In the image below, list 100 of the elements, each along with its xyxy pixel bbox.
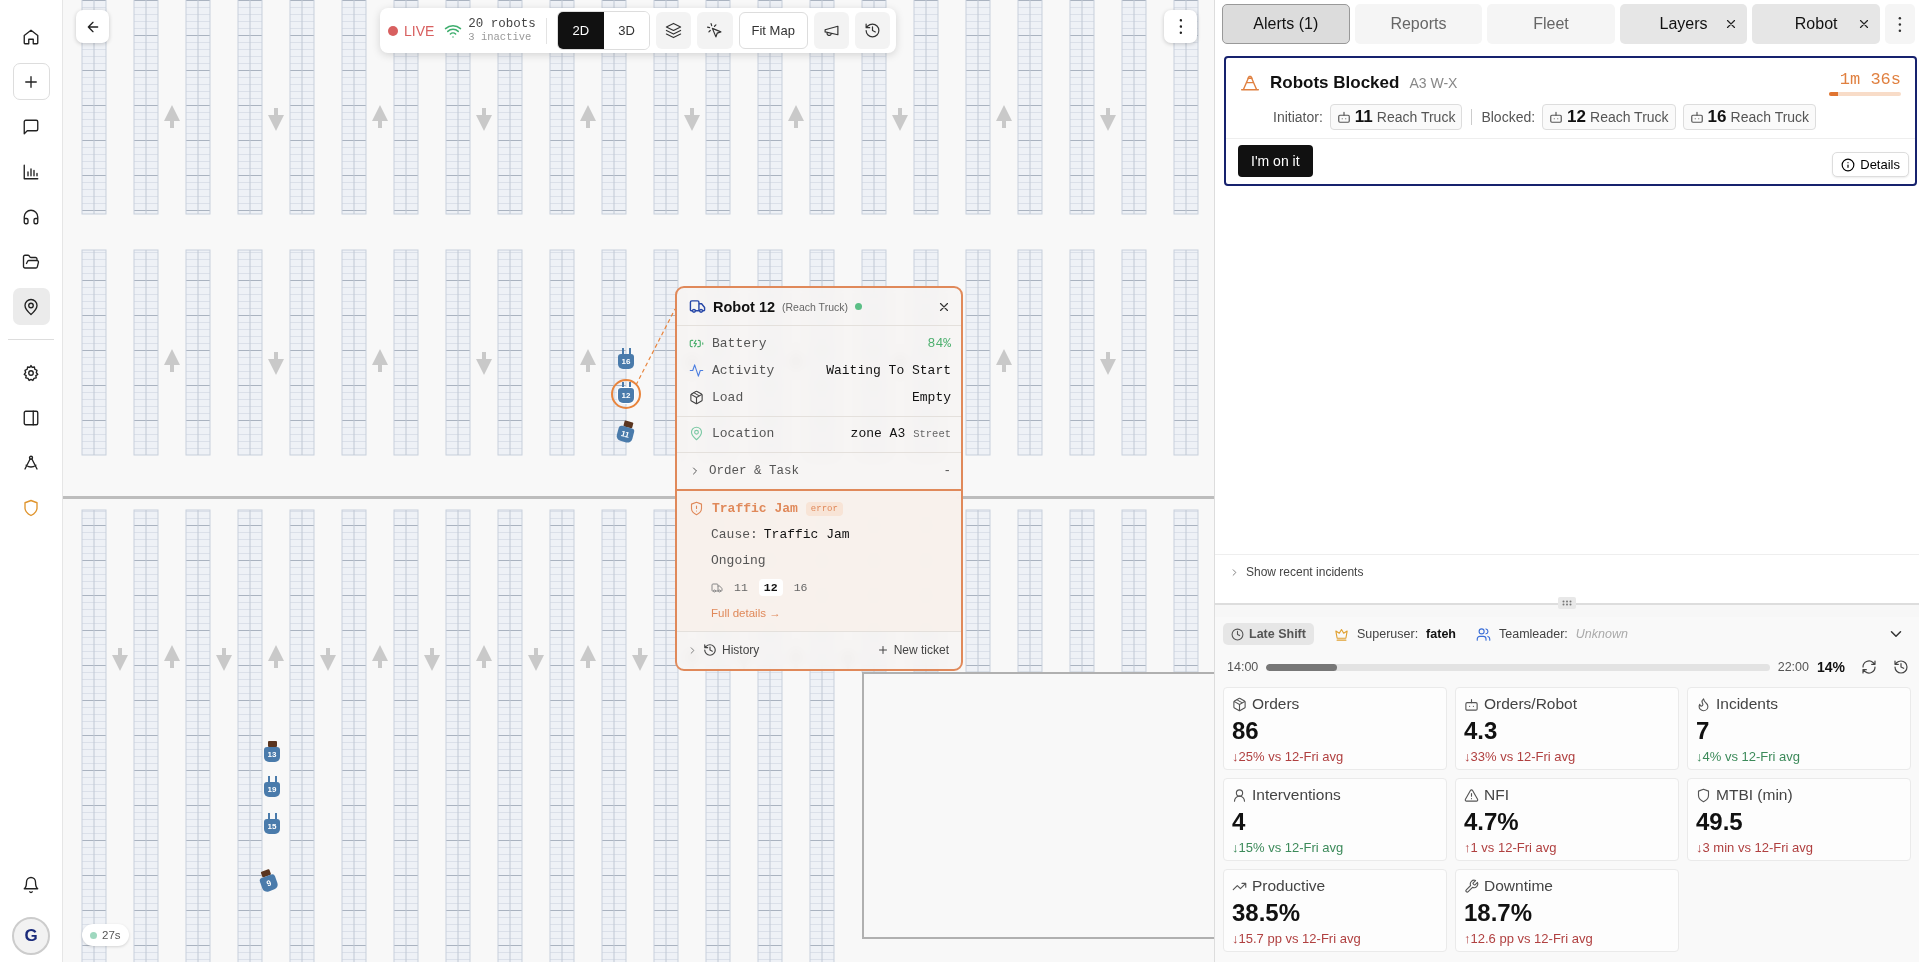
field-label: Battery bbox=[712, 336, 767, 351]
inactive-count: 3 inactive bbox=[468, 31, 533, 44]
metric-delta: ↓15% vs 12-Fri avg bbox=[1232, 840, 1345, 855]
history-toggle[interactable]: History bbox=[687, 643, 760, 657]
package-icon bbox=[1232, 696, 1247, 712]
shift-name: Late Shift bbox=[1249, 627, 1306, 641]
teamleader-label: Teamleader: bbox=[1499, 627, 1568, 641]
robot-number: 16 bbox=[1707, 107, 1727, 127]
live-label: LIVE bbox=[404, 22, 435, 39]
field-value: zone A3 bbox=[850, 426, 906, 441]
robot-icon bbox=[1689, 110, 1704, 124]
metric-value: 4.3 bbox=[1464, 719, 1499, 743]
metric-label: Orders bbox=[1252, 695, 1300, 713]
alert-title: Robots Blocked bbox=[1270, 73, 1400, 93]
back-button[interactable] bbox=[76, 10, 109, 43]
metric-delta: ↑12.6 pp vs 12-Fri avg bbox=[1464, 931, 1594, 946]
refresh-icon bbox=[1861, 659, 1877, 675]
superuser-label: Superuser: bbox=[1356, 627, 1419, 641]
panel-tab[interactable]: Reports bbox=[1354, 4, 1483, 44]
history-icon bbox=[703, 643, 717, 657]
robot-type: Reach Truck bbox=[1730, 109, 1810, 125]
user-avatar[interactable]: G bbox=[12, 917, 50, 955]
severity-tag: error bbox=[805, 501, 843, 516]
robot-number: 11 bbox=[1354, 107, 1373, 127]
alert-timer: 1m 36s bbox=[1838, 70, 1901, 89]
initiator-label: Initiator: bbox=[1273, 109, 1323, 125]
panel-tab[interactable]: Alerts (1) bbox=[1222, 4, 1350, 44]
fit-map-button[interactable]: Fit Map bbox=[738, 12, 808, 49]
panel-tab[interactable]: Layers bbox=[1619, 4, 1748, 44]
history-icon bbox=[1893, 659, 1909, 675]
robot-id[interactable]: 12 bbox=[758, 579, 783, 596]
chat-icon bbox=[22, 117, 40, 136]
grip-icon bbox=[1562, 600, 1572, 606]
field-label: Location bbox=[712, 426, 775, 441]
shift-end: 22:00 bbox=[1777, 660, 1809, 674]
metric-value: 4.7% bbox=[1464, 810, 1520, 834]
alert-location: A3 W-X bbox=[1409, 75, 1458, 91]
select-button[interactable] bbox=[697, 12, 733, 49]
popup-title: Robot 12 bbox=[713, 298, 776, 315]
field-value: 84% bbox=[927, 336, 951, 351]
cause-value: Traffic Jam bbox=[763, 527, 850, 542]
map-pin-icon bbox=[689, 426, 704, 441]
metric-label: Incidents bbox=[1716, 695, 1779, 713]
activity-icon bbox=[689, 363, 704, 378]
history-icon bbox=[863, 22, 881, 39]
map-pin-icon bbox=[22, 297, 40, 316]
incident-status: Ongoing bbox=[711, 553, 766, 568]
metric-label: NFI bbox=[1484, 786, 1509, 804]
live-dot bbox=[388, 25, 398, 36]
panel-tab[interactable]: Robot bbox=[1752, 4, 1880, 44]
robot-count: 20 robots bbox=[468, 17, 536, 32]
wrench-icon bbox=[1464, 878, 1479, 894]
robot-tag[interactable]: 16 Reach Truck bbox=[1682, 104, 1817, 130]
resize-handle[interactable] bbox=[1558, 597, 1576, 609]
users-icon bbox=[1476, 626, 1491, 642]
bell-icon bbox=[22, 875, 40, 894]
robot-type: Reach Truck bbox=[1590, 109, 1669, 125]
warning-icon bbox=[1464, 787, 1479, 803]
truck-icon bbox=[711, 581, 723, 594]
clock-icon bbox=[1231, 627, 1244, 641]
robot-id[interactable]: 11 bbox=[729, 579, 753, 596]
robot-type: (Reach Truck) bbox=[782, 300, 848, 313]
traffic-cone-icon bbox=[1240, 73, 1260, 93]
view-mode-toggle[interactable]: 2D bbox=[557, 12, 604, 49]
details-button[interactable]: Details bbox=[1832, 152, 1909, 177]
panel-tab[interactable]: Fleet bbox=[1487, 4, 1615, 44]
history-button[interactable] bbox=[854, 12, 890, 49]
im-on-it-button[interactable]: I'm on it bbox=[1238, 145, 1313, 177]
shield-alert-icon bbox=[689, 501, 704, 516]
robot-tag[interactable]: 11 Reach Truck bbox=[1329, 104, 1463, 130]
bar-chart-icon bbox=[22, 162, 40, 181]
shift-start: 14:00 bbox=[1227, 660, 1259, 674]
layers-button[interactable] bbox=[656, 12, 692, 49]
home-icon bbox=[22, 27, 40, 46]
metric-label: Orders/Robot bbox=[1484, 695, 1578, 713]
metric-label: Downtime bbox=[1484, 877, 1553, 895]
metric-value: 49.5 bbox=[1696, 810, 1744, 834]
folder-icon bbox=[22, 252, 40, 271]
field-value: Empty bbox=[912, 390, 951, 405]
map-pin-button[interactable] bbox=[12, 288, 50, 325]
robot-id[interactable]: 16 bbox=[788, 579, 813, 596]
new-ticket-button[interactable]: New ticket bbox=[876, 643, 949, 657]
field-value: Waiting To Start bbox=[826, 363, 951, 378]
incident-title: Traffic Jam bbox=[712, 501, 798, 516]
metric-value: 18.7% bbox=[1464, 901, 1534, 925]
teamleader-name: Unknown bbox=[1575, 627, 1628, 641]
settings-icon bbox=[22, 363, 40, 382]
shield-icon bbox=[1696, 787, 1711, 803]
metric-value: 7 bbox=[1696, 719, 1711, 743]
refresh-age-badge: 27s bbox=[82, 924, 129, 946]
superuser-name: fateh bbox=[1426, 627, 1456, 641]
announce-button[interactable] bbox=[813, 12, 849, 49]
metric-delta: ↓33% vs 12-Fri avg bbox=[1464, 749, 1577, 764]
truck-icon bbox=[689, 298, 706, 315]
panel-icon bbox=[22, 408, 40, 427]
metric-label: MTBI (min) bbox=[1716, 786, 1793, 804]
robot-tag[interactable]: 12 Reach Truck bbox=[1542, 104, 1676, 130]
user-icon bbox=[1232, 787, 1247, 803]
plus-button[interactable] bbox=[12, 63, 50, 100]
drafting-compass-icon bbox=[22, 453, 40, 472]
